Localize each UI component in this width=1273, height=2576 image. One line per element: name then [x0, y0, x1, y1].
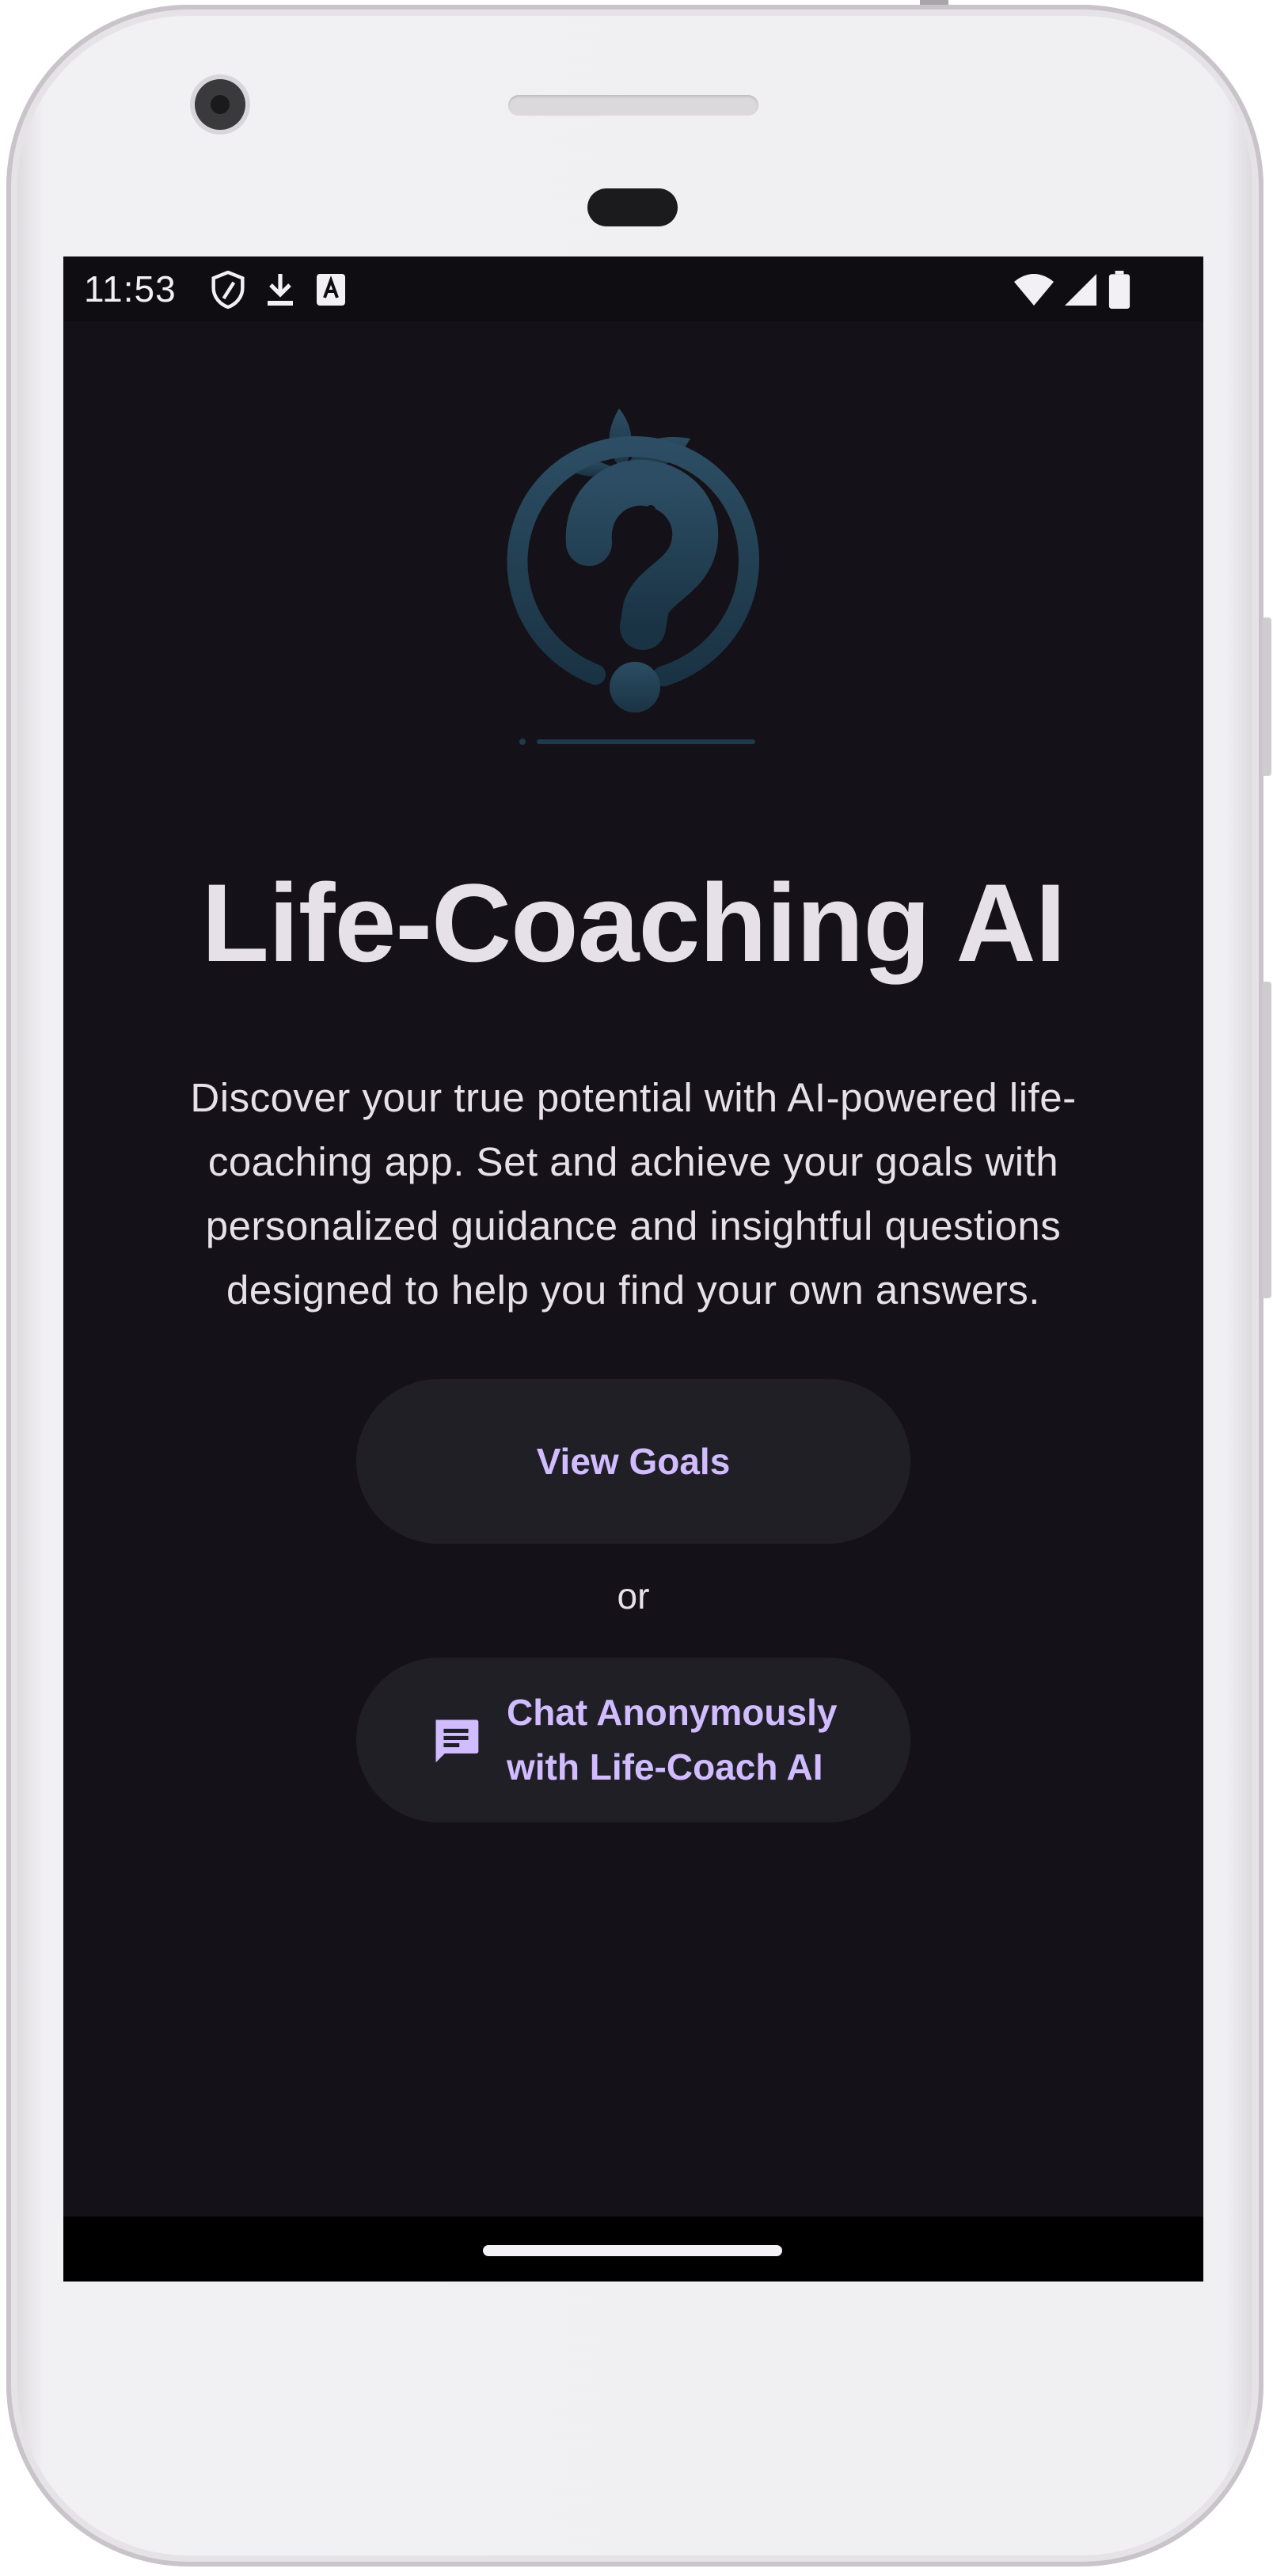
- view-goals-label: View Goals: [536, 1441, 731, 1482]
- chat-message-icon: [435, 1719, 479, 1763]
- front-camera: [195, 79, 245, 130]
- power-button: [1262, 982, 1271, 1298]
- font-icon: [317, 274, 345, 306]
- navigation-bar: [63, 2217, 1203, 2282]
- wifi-icon: [1014, 274, 1054, 306]
- earpiece-speaker: [508, 95, 758, 116]
- cellular-signal-icon: [1065, 274, 1096, 306]
- or-separator: or: [617, 1575, 650, 1617]
- chat-anonymously-label: Chat Anonymously with Life-Coach AI: [507, 1692, 838, 1788]
- app-description: Discover your true potential with AI-pow…: [190, 1075, 1077, 1313]
- status-bar: 11:53: [63, 256, 1203, 321]
- shield-icon: [211, 271, 245, 309]
- status-icons-left: [211, 269, 347, 310]
- main-content: Life-Coaching AI Discover your true pote…: [63, 321, 1203, 2217]
- chat-anonymously-button[interactable]: Chat Anonymously with Life-Coach AI: [356, 1658, 910, 1822]
- page-title: Life-Coaching AI: [201, 861, 1066, 985]
- download-icon: [268, 274, 293, 306]
- battery-icon: [1108, 271, 1130, 309]
- apple-question-mark-logo-icon: [507, 408, 760, 745]
- app-screen: 11:53 Life-Coaching AI Discover your tru…: [63, 256, 1203, 2282]
- proximity-sensor: [587, 188, 678, 226]
- volume-button: [1262, 617, 1271, 776]
- status-icons-right: [1013, 269, 1132, 310]
- status-time: 11:53: [84, 268, 177, 310]
- device-frame: 11:53 Life-Coaching AI Discover your tru…: [0, 0, 1273, 2576]
- home-indicator[interactable]: [483, 2245, 782, 2256]
- view-goals-button[interactable]: View Goals: [356, 1379, 910, 1544]
